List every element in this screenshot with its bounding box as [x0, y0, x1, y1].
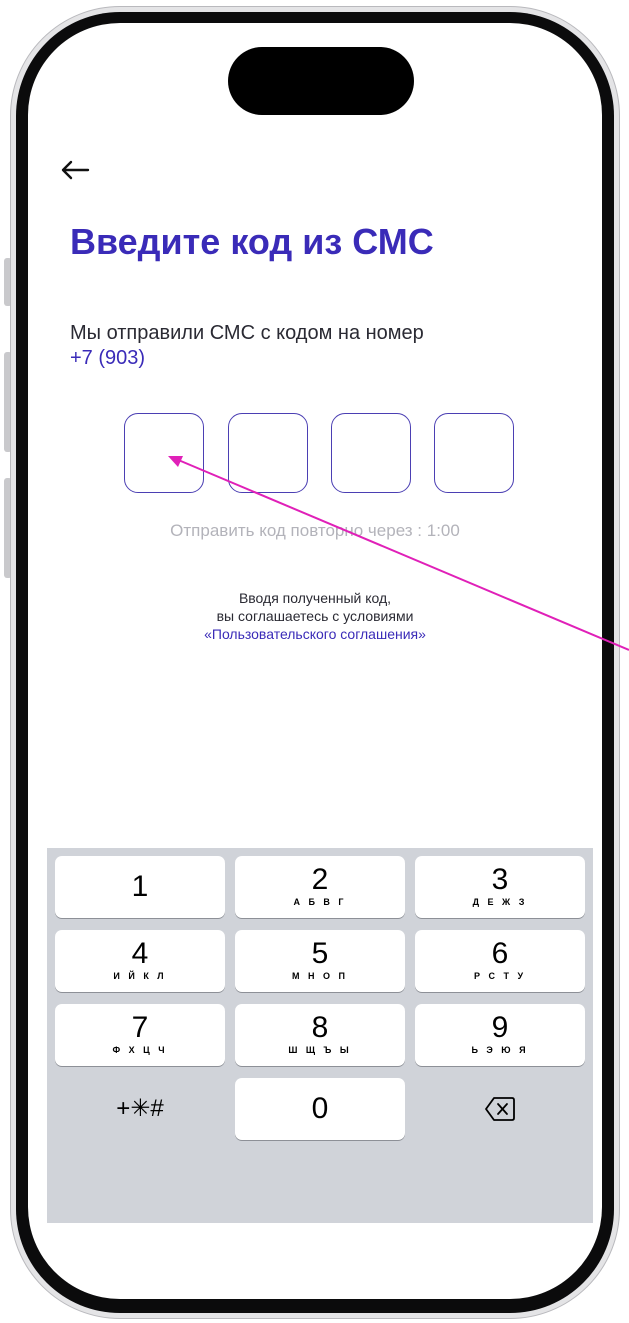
- key-digit: 3: [491, 863, 509, 896]
- key-digit: 0: [311, 1092, 329, 1125]
- key-digit: 4: [131, 937, 149, 970]
- key-digit: 1: [131, 870, 149, 903]
- code-digit-1[interactable]: [124, 413, 204, 493]
- code-digit-3[interactable]: [331, 413, 411, 493]
- key-letters: А Б В Г: [293, 897, 347, 907]
- agreement-text: Вводя полученный код, вы соглашаетесь с …: [28, 589, 602, 643]
- user-agreement-link[interactable]: «Пользовательского соглашения»: [28, 625, 602, 643]
- key-8[interactable]: 8 Ш Щ Ъ Ы: [235, 1004, 405, 1066]
- key-3[interactable]: 3 Д Е Ж З: [415, 856, 585, 918]
- phone-screen: Введите код из СМС Мы отправили СМС с ко…: [28, 23, 602, 1299]
- key-symbols[interactable]: +✳#: [55, 1078, 225, 1140]
- key-6[interactable]: 6 Р С Т У: [415, 930, 585, 992]
- key-7[interactable]: 7 Ф Х Ц Ч: [55, 1004, 225, 1066]
- dynamic-island: [228, 47, 414, 115]
- sms-sent-text: Мы отправили СМС с кодом на номер: [70, 322, 424, 344]
- key-letters: М Н О П: [292, 971, 348, 981]
- key-letters: Д Е Ж З: [472, 897, 528, 907]
- key-letters: Ь Э Ю Я: [471, 1045, 529, 1055]
- key-digit: 6: [491, 937, 509, 970]
- agreement-line-1: Вводя полученный код,: [238, 590, 392, 606]
- agreement-line-2: вы соглашаетесь с условиями: [216, 608, 414, 624]
- backspace-icon: [485, 1097, 515, 1121]
- key-digit: 8: [311, 1011, 329, 1044]
- key-digit: 9: [491, 1011, 509, 1044]
- phone-number: +7 (903): [70, 347, 146, 369]
- code-digit-4[interactable]: [434, 413, 514, 493]
- key-0[interactable]: 0: [235, 1078, 405, 1140]
- key-letters: И Й К Л: [113, 971, 167, 981]
- key-backspace[interactable]: [415, 1078, 585, 1140]
- key-digit: 2: [311, 863, 329, 896]
- key-1[interactable]: 1: [55, 856, 225, 918]
- key-letters: Р С Т У: [473, 971, 527, 981]
- key-letters: Ф Х Ц Ч: [112, 1045, 168, 1055]
- code-digit-2[interactable]: [228, 413, 308, 493]
- key-5[interactable]: 5 М Н О П: [235, 930, 405, 992]
- key-9[interactable]: 9 Ь Э Ю Я: [415, 1004, 585, 1066]
- arrow-left-icon[interactable]: [58, 153, 92, 187]
- key-4[interactable]: 4 И Й К Л: [55, 930, 225, 992]
- resend-timer: Отправить код повторно через : 1:00: [170, 521, 460, 540]
- key-digit: 5: [311, 937, 329, 970]
- numeric-keyboard: 1 2 А Б В Г 3 Д Е Ж З 4 И Й К Л 5 М Н О …: [47, 848, 593, 1223]
- key-2[interactable]: 2 А Б В Г: [235, 856, 405, 918]
- page-title: Введите код из СМС: [70, 221, 434, 262]
- key-digit: 7: [131, 1011, 149, 1044]
- key-letters: Ш Щ Ъ Ы: [288, 1045, 352, 1055]
